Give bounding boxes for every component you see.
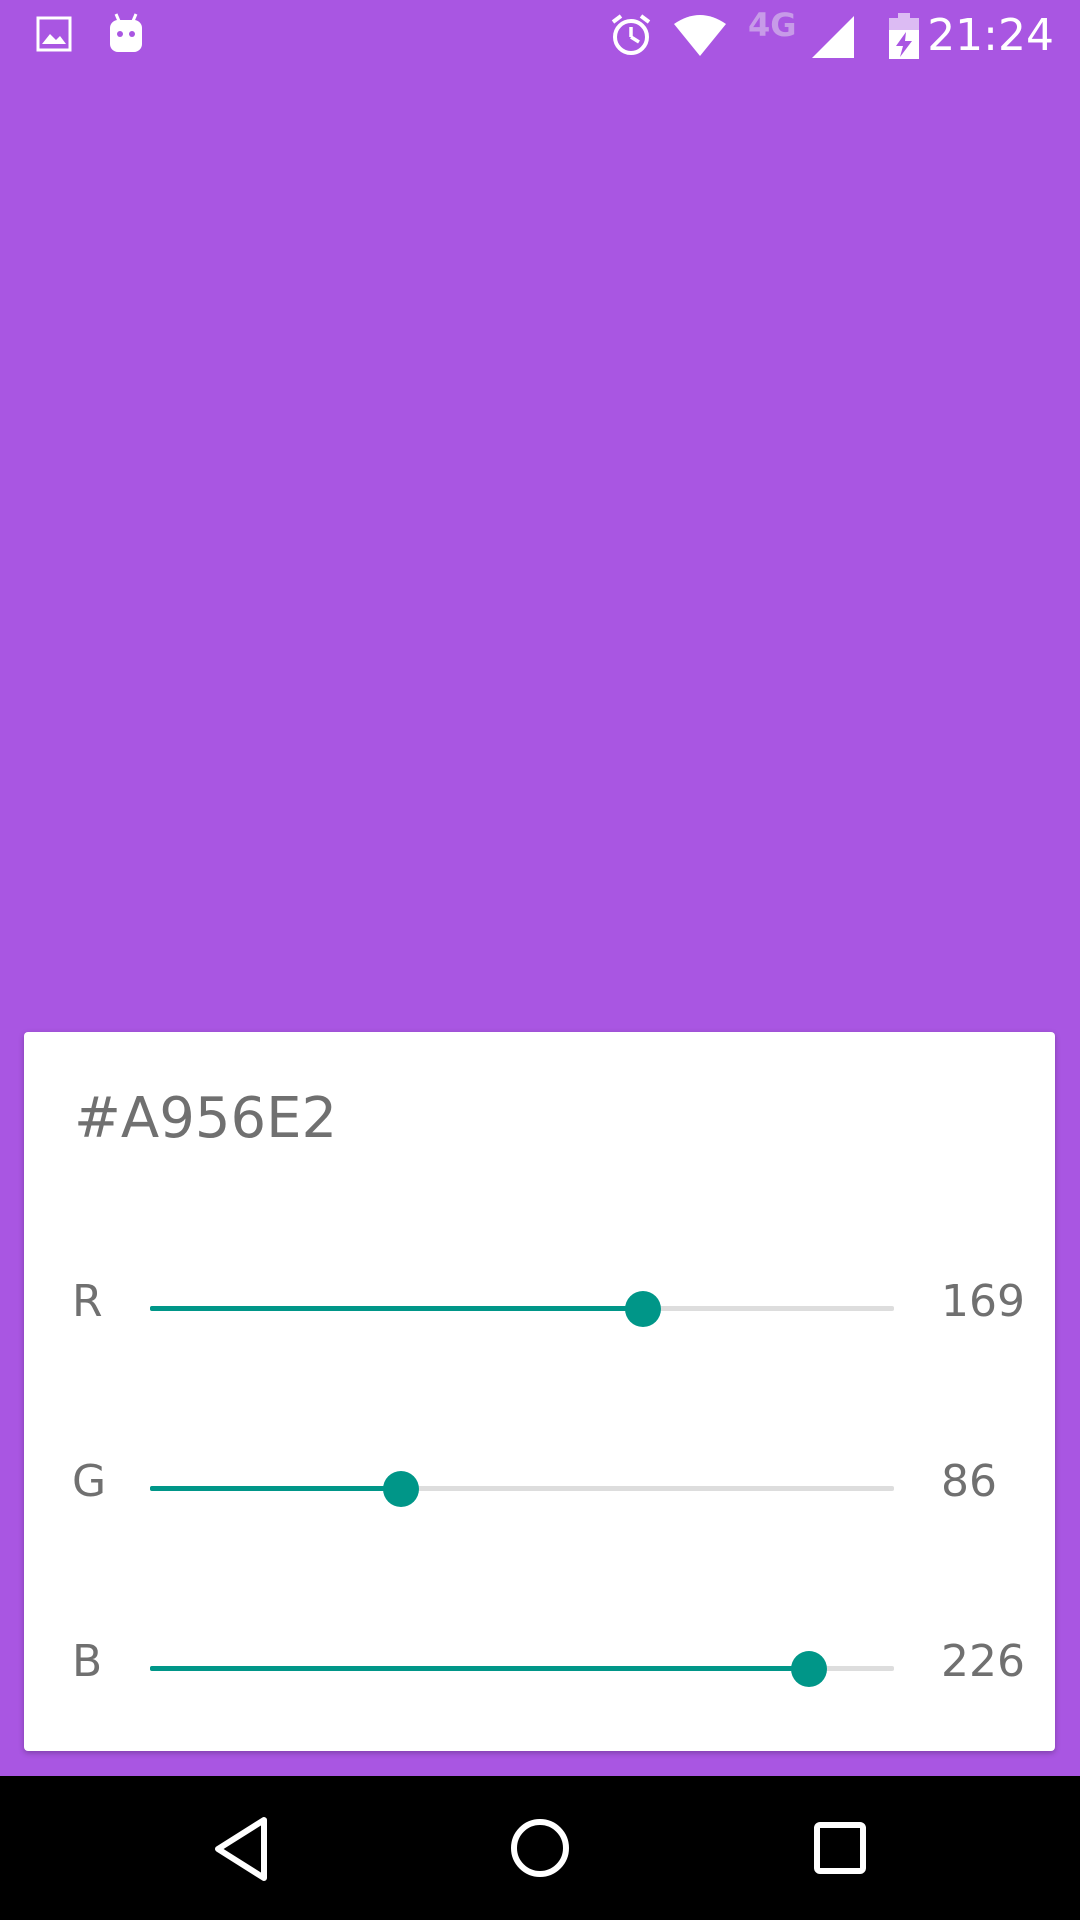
green-slider-fill — [150, 1486, 401, 1491]
blue-slider[interactable] — [150, 1651, 894, 1687]
slider-label-red: R — [72, 1276, 103, 1327]
slider-label-green: G — [72, 1456, 107, 1507]
red-slider-fill — [150, 1306, 643, 1311]
home-button[interactable] — [490, 1798, 590, 1898]
slider-value-green: 86 — [941, 1456, 997, 1507]
red-slider[interactable] — [150, 1291, 894, 1327]
signal-icon — [810, 14, 856, 64]
green-slider-thumb[interactable] — [383, 1471, 419, 1507]
status-time: 21:24 — [927, 10, 1054, 61]
slider-row-red: R 169 — [24, 1268, 1055, 1348]
back-icon — [215, 1817, 267, 1881]
red-slider-thumb[interactable] — [625, 1291, 661, 1327]
slider-row-green: G 86 — [24, 1448, 1055, 1528]
color-picker-card: #A956E2 R 169 G 86 B 226 — [24, 1032, 1055, 1751]
battery-charging-icon — [888, 12, 920, 64]
recents-button[interactable] — [790, 1798, 890, 1898]
back-button[interactable] — [190, 1798, 290, 1898]
image-icon — [36, 16, 72, 56]
android-debug-icon — [106, 12, 146, 58]
hex-value-label: #A956E2 — [74, 1086, 338, 1151]
home-icon — [511, 1819, 569, 1877]
slider-value-blue: 226 — [941, 1636, 1025, 1687]
alarm-icon — [608, 12, 654, 62]
slider-row-blue: B 226 — [24, 1628, 1055, 1708]
blue-slider-fill — [150, 1666, 809, 1671]
network-type-label: 4G — [748, 6, 797, 44]
wifi-icon — [672, 14, 728, 62]
status-bar: 4G 21:24 — [0, 0, 1080, 72]
recents-icon — [814, 1822, 866, 1874]
blue-slider-thumb[interactable] — [791, 1651, 827, 1687]
green-slider[interactable] — [150, 1471, 894, 1507]
slider-value-red: 169 — [941, 1276, 1025, 1327]
slider-label-blue: B — [72, 1636, 103, 1687]
navigation-bar — [0, 1776, 1080, 1920]
app-screen: 4G 21:24 #A956E2 R 169 G 86 B 226 — [0, 0, 1080, 1920]
